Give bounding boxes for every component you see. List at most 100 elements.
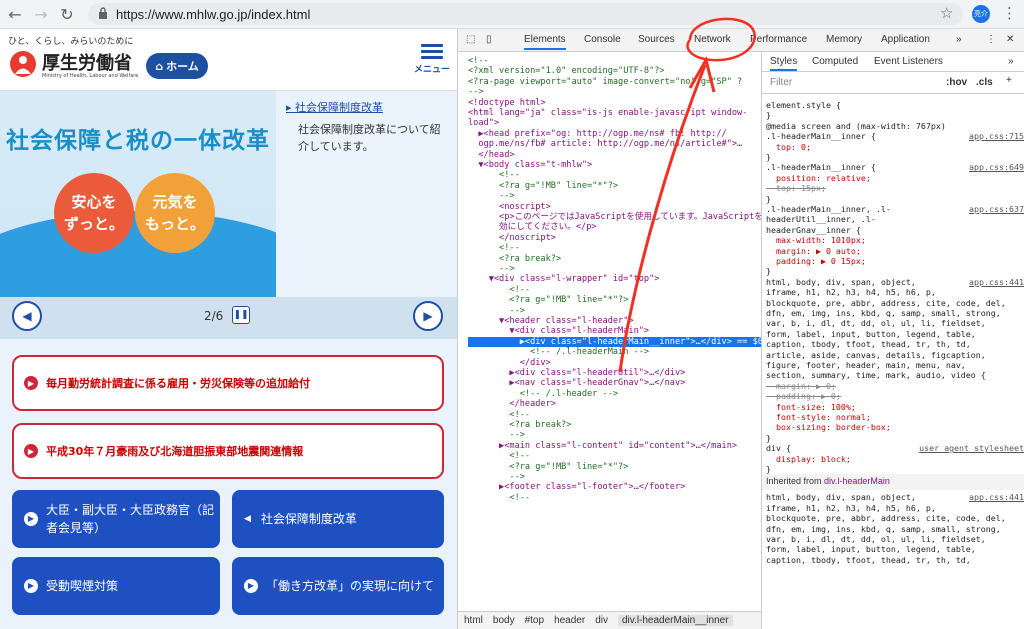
dom-node-line[interactable]: load"> <box>468 118 761 128</box>
carousel-prev-button[interactable]: ◀ <box>12 301 42 331</box>
breadcrumb-top[interactable]: #top <box>525 615 544 626</box>
dom-node-line[interactable]: ▼<body class="t-mhlw"> <box>468 160 761 170</box>
dom-node-line[interactable]: <!-- /.l-headerMain --> <box>468 347 761 357</box>
site-logo-text[interactable]: 厚生労働省 <box>42 49 132 75</box>
home-button[interactable]: ⌂ ホーム <box>146 53 208 79</box>
tab-performance[interactable]: Performance <box>750 34 807 45</box>
carousel-pause-button[interactable]: ❚❚ <box>232 306 250 324</box>
dom-node-line[interactable]: 効にしてください。</p> <box>468 222 761 232</box>
dom-node-line[interactable]: ▶<nav class="l-headerGnav">…</nav> <box>468 378 761 388</box>
dom-node-line[interactable]: --> <box>468 472 761 482</box>
new-style-rule-icon[interactable]: + <box>1006 75 1012 86</box>
tab-elements[interactable]: Elements <box>524 34 566 50</box>
dom-node-line[interactable]: <!-- <box>468 451 761 461</box>
dom-node-line[interactable]: <p>このページではJavaScriptを使用しています。JavaScriptを… <box>468 212 761 222</box>
tab-application[interactable]: Application <box>881 34 930 45</box>
stylesheet-source-link[interactable]: app.css:637 <box>969 204 1024 214</box>
dom-node-line[interactable]: <?ra g="!MB" line="*"?> <box>468 462 761 472</box>
dom-node-line[interactable]: --> <box>468 87 761 97</box>
dom-node-line[interactable]: ▶<main class="l-content" id="content">…<… <box>468 441 761 451</box>
stylesheet-source-link[interactable]: user agent stylesheet <box>919 443 1024 453</box>
reload-icon[interactable]: ↻ <box>56 3 78 25</box>
tab-memory[interactable]: Memory <box>826 34 862 45</box>
dom-node-line[interactable]: </noscript> <box>468 233 761 243</box>
tab-styles[interactable]: Styles <box>770 56 798 71</box>
breadcrumb-selected[interactable]: div.l-headerMain__inner <box>618 615 733 626</box>
dom-node-line[interactable]: <?ra break?> <box>468 420 761 430</box>
stylesheet-source-link[interactable]: app.css:441 <box>969 277 1024 287</box>
dom-node-line[interactable]: ▶<footer class="l-footer">…</footer> <box>468 482 761 492</box>
profile-avatar[interactable]: 亮介 <box>972 5 990 23</box>
forward-icon[interactable]: → <box>30 3 52 25</box>
inspect-element-icon[interactable]: ⬚ <box>466 34 475 45</box>
dom-node-line[interactable]: <?xml version="1.0" encoding="UTF-8"?> <box>468 66 761 76</box>
hero-banner[interactable]: 社会保障と税の一体改革 安心を ずっと。 元気を もっと。 <box>0 91 276 297</box>
dom-node-line[interactable]: --> <box>468 306 761 316</box>
dom-node-line[interactable]: ogp.me/ns/fb# article: http://ogp.me/ns/… <box>468 139 761 149</box>
dom-node-line[interactable]: <!-- <box>468 493 761 503</box>
tab-sources[interactable]: Sources <box>638 34 675 45</box>
dom-node-line[interactable]: </header> <box>468 399 761 409</box>
dom-node-line[interactable]: <noscript> <box>468 202 761 212</box>
dom-node-line[interactable]: <!-- <box>468 170 761 180</box>
hero-link[interactable]: ▸ 社会保障制度改革 <box>286 99 383 115</box>
devtools-menu-icon[interactable]: ⋮ <box>986 34 996 45</box>
dom-node-line[interactable]: <?ra-page viewport="auto" image-convert=… <box>468 77 761 87</box>
dom-node-line[interactable]: </div> <box>468 358 761 368</box>
inherited-element-link[interactable]: div.l-headerMain <box>824 476 890 486</box>
dom-node-line[interactable]: --> <box>468 430 761 440</box>
browser-menu-icon[interactable]: ⋮ <box>1002 4 1017 22</box>
bookmark-star-icon[interactable]: ☆ <box>940 4 953 22</box>
styles-filter-input[interactable]: Filter <box>770 77 792 88</box>
back-icon[interactable]: ← <box>4 3 26 25</box>
dom-node-line[interactable]: <!-- <box>468 410 761 420</box>
tab-console[interactable]: Console <box>584 34 621 45</box>
tab-network[interactable]: Network <box>694 34 731 45</box>
dom-node-line[interactable]: ▶<div class="l-headerMain__inner">…</div… <box>468 336 761 348</box>
dom-node-line[interactable]: <!-- /.l-header --> <box>468 389 761 399</box>
dom-node-line[interactable]: <?ra g="!MB" line="*"?> <box>468 295 761 305</box>
stylesheet-source-link[interactable]: app.css:441 <box>969 492 1024 502</box>
hover-state-toggle[interactable]: :hov <box>946 77 967 88</box>
dom-node-line[interactable]: </head> <box>468 150 761 160</box>
breadcrumb-body[interactable]: body <box>493 615 515 626</box>
dom-node-line[interactable]: <html lang="ja" class="is-js enable-java… <box>468 108 761 118</box>
device-toolbar-icon[interactable]: ▯ <box>486 34 492 45</box>
dom-node-line[interactable]: ▶<div class="l-headerUtil">…</div> <box>468 368 761 378</box>
menu-button[interactable]: メニュー <box>412 41 452 81</box>
dom-node-line[interactable]: --> <box>468 191 761 201</box>
dom-node-line[interactable]: <?ra break?> <box>468 254 761 264</box>
more-tabs-icon[interactable]: » <box>1008 56 1014 67</box>
tab-computed[interactable]: Computed <box>812 56 858 67</box>
breadcrumb-html[interactable]: html <box>464 615 483 626</box>
topic-button-2[interactable]: ▶ 受動喫煙対策 <box>12 557 220 615</box>
carousel-next-button[interactable]: ▶ <box>413 301 443 331</box>
breadcrumb-div[interactable]: div <box>595 615 608 626</box>
tab-event-listeners[interactable]: Event Listeners <box>874 56 943 67</box>
topic-button-3[interactable]: ▶ 「働き方改革」の実現に向けて <box>232 557 444 615</box>
stylesheet-source-link[interactable]: app.css:715 <box>969 131 1024 141</box>
more-tabs-icon[interactable]: » <box>956 34 962 45</box>
topic-button-0[interactable]: ▶ 大臣・副大臣・大臣政務官（記者会見等） <box>12 490 220 548</box>
elements-tree[interactable]: <!-- <?xml version="1.0" encoding="UTF-8"… <box>458 52 761 615</box>
dom-node-line[interactable]: <!-- <box>468 243 761 253</box>
dom-node-line[interactable]: <!-- <box>468 285 761 295</box>
dom-node-line[interactable]: <!-- <box>468 56 761 66</box>
stylesheet-source-link[interactable]: app.css:649 <box>969 162 1024 172</box>
dom-node-line[interactable]: <?ra g="!MB" line="*"?> <box>468 181 761 191</box>
topic-button-1[interactable]: ◀ 社会保障制度改革 <box>232 490 444 548</box>
address-bar[interactable]: https://www.mhlw.go.jp/index.html <box>88 3 963 25</box>
hero-link-text[interactable]: 社会保障制度改革 <box>295 101 383 114</box>
class-toggle[interactable]: .cls <box>976 77 993 88</box>
close-icon[interactable]: ✕ <box>1006 34 1014 45</box>
dom-node-line[interactable]: ▼<div class="l-wrapper" id="top"> <box>468 274 761 284</box>
alert-link-0[interactable]: ▶ 毎月勤労統計調査に係る雇用・労災保険等の追加給付 <box>12 355 444 411</box>
dom-node-line[interactable]: ▼<header class="l-header"> <box>468 316 761 326</box>
dom-node-line[interactable]: <!doctype html> <box>468 98 761 108</box>
breadcrumb-header[interactable]: header <box>554 615 585 626</box>
topic-text: 「働き方改革」の実現に向けて <box>266 579 435 593</box>
alert-link-1[interactable]: ▶ 平成30年７月豪雨及び北海道胆振東部地震関連情報 <box>12 423 444 479</box>
dom-node-line[interactable]: ▶<head prefix="og: http://ogp.me/ns# fb:… <box>468 129 761 139</box>
dom-node-line[interactable]: ▼<div class="l-headerMain"> <box>468 326 761 336</box>
dom-node-line[interactable]: --> <box>468 264 761 274</box>
